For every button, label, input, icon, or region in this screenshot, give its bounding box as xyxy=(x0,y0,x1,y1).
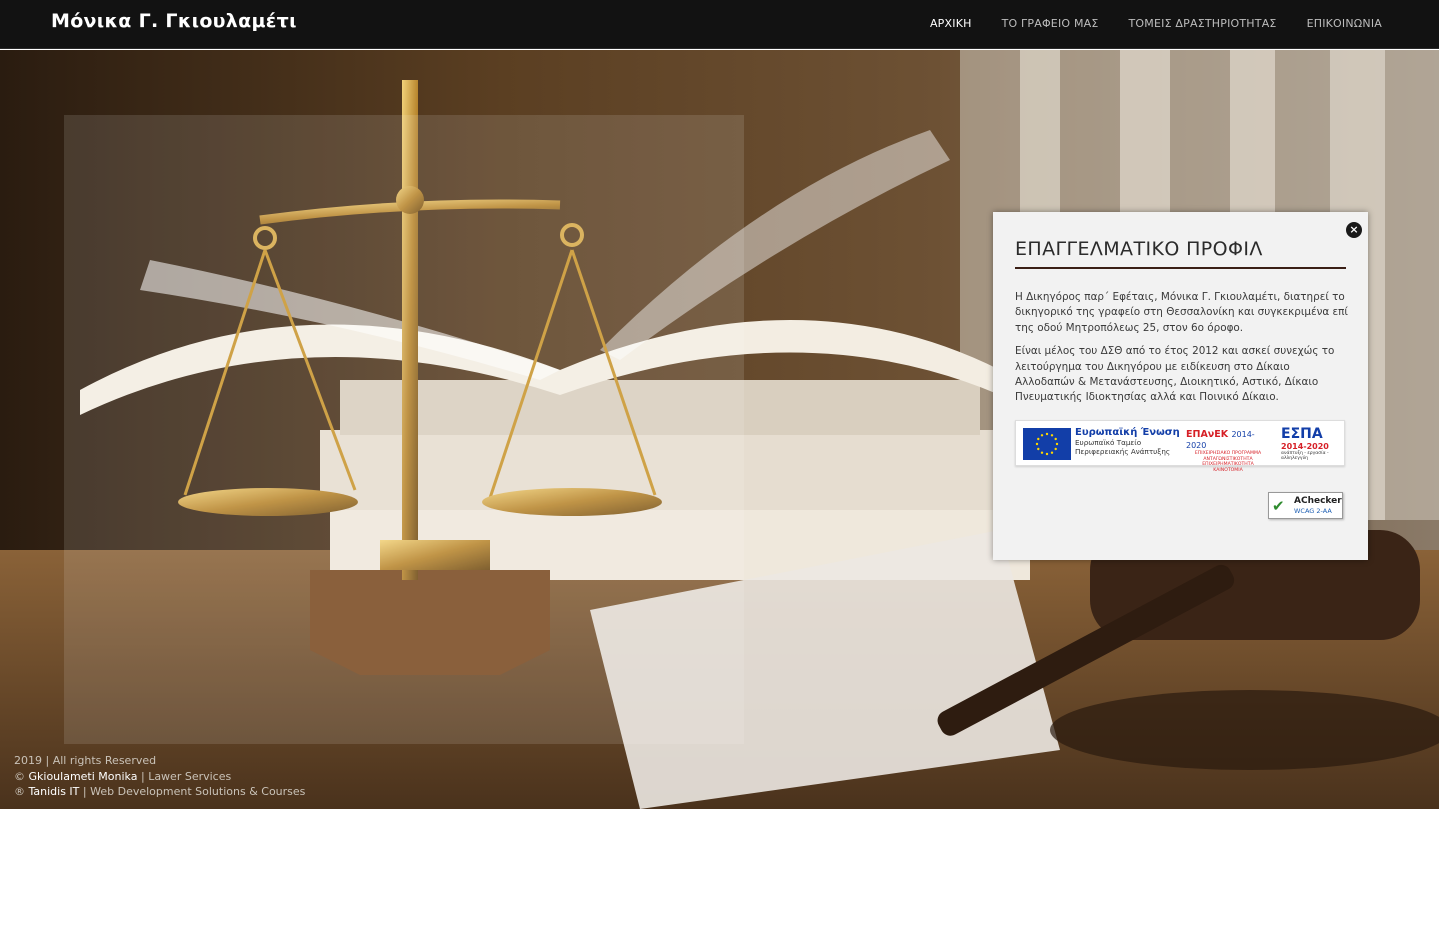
profile-paragraph: Είναι μέλος του ΔΣΘ από το έτος 2012 και… xyxy=(1015,345,1335,404)
owner-credit: © Gkioulameti Monika | Lawer Services xyxy=(14,769,232,783)
nav-item-home[interactable]: ΑΡΧΙΚΗ xyxy=(930,17,972,30)
hero-highlight-overlay xyxy=(64,115,744,744)
achecker-badge[interactable]: ✔ AChecker WCAG 2-AA xyxy=(1268,492,1343,519)
site-logo[interactable]: Μόνικα Γ. Γκιουλαμέτι xyxy=(51,10,297,32)
espa-logo: ΕΣΠΑ 2014-2020 ανάπτυξη - εργασία - αλλη… xyxy=(1281,426,1329,461)
footer-credits: 2019 | All rights Reserved © Gkioulameti… xyxy=(14,753,305,800)
top-header: Μόνικα Γ. Γκιουλαμέτι ΑΡΧΙΚΗ ΤΟ ΓΡΑΦΕΙΟ … xyxy=(0,0,1439,49)
owner-service: Lawer Services xyxy=(148,769,232,783)
epanek-logo: ΕΠΑνΕΚ 2014-2020 ΕΠΙΧΕΙΡΗΣΙΑΚΟ ΠΡΟΓΡΑΜΜΑ… xyxy=(1186,429,1262,473)
panel-title: ΕΠΑΓΓΕΛΜΑΤΙΚΟ ΠΡΟΦΙΛ xyxy=(1015,238,1263,260)
nav-item-office[interactable]: ΤΟ ΓΡΑΦΕΙΟ ΜΑΣ xyxy=(1002,17,1099,30)
eu-flag-icon xyxy=(1023,428,1071,460)
profile-panel: × ΕΠΑΓΓΕΛΜΑΤΙΚΟ ΠΡΟΦΙΛ Η Δικηγόρος παρ΄ … xyxy=(993,212,1368,560)
profile-paragraph: Η Δικηγόρος παρ΄ Εφέταις, Μόνικα Γ. Γκιο… xyxy=(1015,291,1348,334)
close-icon[interactable]: × xyxy=(1346,222,1362,238)
copyright-line: 2019 | All rights Reserved xyxy=(14,754,157,767)
developer-credit: ® Tanidis IT | Web Development Solutions… xyxy=(14,785,306,798)
profile-description: Η Δικηγόρος παρ΄ Εφέταις, Μόνικα Γ. Γκιο… xyxy=(1015,290,1349,414)
nav-item-practice-areas[interactable]: ΤΟΜΕΙΣ ΔΡΑΣΤΗΡΙΟΤΗΤΑΣ xyxy=(1129,17,1277,30)
developer-link[interactable]: Tanidis IT xyxy=(29,785,80,798)
nav-item-contact[interactable]: ΕΠΙΚΟΙΝΩΝΙΑ xyxy=(1307,17,1382,30)
espa-banner[interactable]: Ευρωπαϊκή Ένωση Ευρωπαϊκό Ταμείο Περιφερ… xyxy=(1015,420,1345,473)
title-divider xyxy=(1015,267,1346,269)
owner-name: Gkioulameti Monika xyxy=(28,769,138,783)
checkmark-icon: ✔ xyxy=(1272,497,1285,515)
eu-text: Ευρωπαϊκή Ένωση Ευρωπαϊκό Ταμείο Περιφερ… xyxy=(1075,427,1180,456)
main-nav: ΑΡΧΙΚΗ ΤΟ ΓΡΑΦΕΙΟ ΜΑΣ ΤΟΜΕΙΣ ΔΡΑΣΤΗΡΙΟΤΗ… xyxy=(930,17,1382,30)
developer-tagline[interactable]: Web Development Solutions & Courses xyxy=(90,785,305,798)
